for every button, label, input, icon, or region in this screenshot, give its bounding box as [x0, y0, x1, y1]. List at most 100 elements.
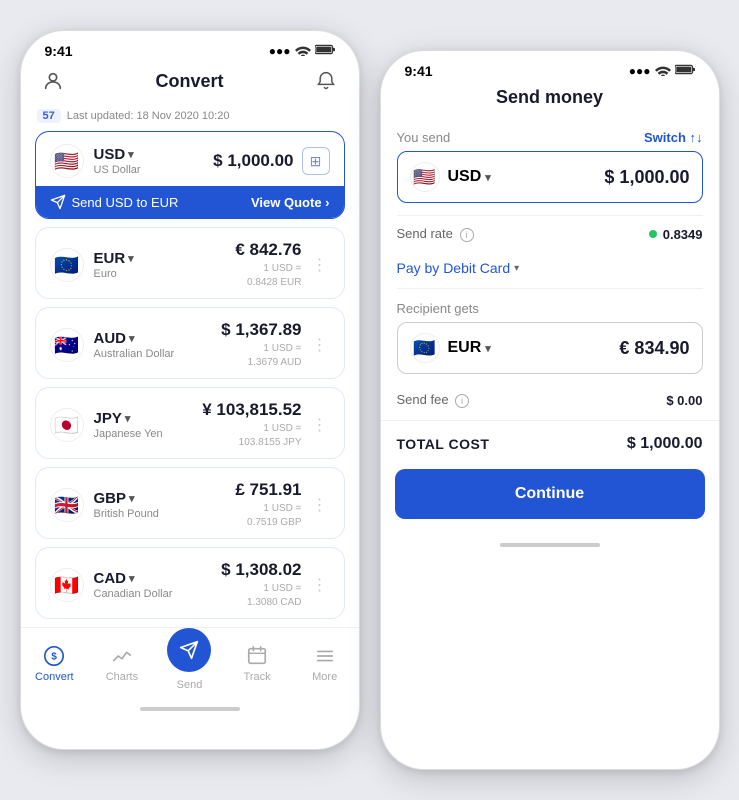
- recipient-eur-amount: € 834.90: [619, 338, 689, 359]
- home-indicator-2: [381, 531, 719, 551]
- aud-amount: $ 1,367.89: [221, 320, 301, 340]
- total-cost-label: TOTAL COST: [397, 436, 490, 452]
- list-item[interactable]: 🇬🇧 GBP ▾ British Pound £: [35, 467, 345, 539]
- cad-rate: 1 USD = 1.3080 CAD: [247, 582, 301, 610]
- cad-name: Canadian Dollar: [94, 588, 173, 600]
- you-send-section: You send Switch ↑↓ 🇺🇸 USD ▾ $ 1,000.00: [381, 118, 719, 215]
- cad-amount: $ 1,308.02: [221, 560, 301, 580]
- tab-charts-label: Charts: [106, 671, 138, 683]
- send-usd-amount: $ 1,000.00: [604, 167, 689, 188]
- signal-icon: ●●●: [269, 44, 291, 58]
- list-item[interactable]: 🇨🇦 CAD ▾ Canadian Dollar: [35, 547, 345, 619]
- total-cost-value: $ 1,000.00: [627, 435, 703, 453]
- aud-name: Australian Dollar: [94, 348, 175, 360]
- list-item[interactable]: 🇪🇺 EUR ▾ Euro € 842.76: [35, 227, 345, 299]
- cad-flag: 🇨🇦: [50, 568, 84, 602]
- tab-convert[interactable]: $ Convert: [21, 644, 89, 683]
- base-currency-card[interactable]: 🇺🇸 USD ▾ US Dollar $ 1,000.00 ⊞: [35, 131, 345, 219]
- list-item[interactable]: 🇯🇵 JPY ▾ Japanese Yen ¥ 1: [35, 387, 345, 459]
- send-bar[interactable]: Send USD to EUR View Quote ›: [36, 186, 344, 218]
- status-icons: ●●●: [269, 44, 335, 59]
- send-tab-btn[interactable]: [167, 628, 211, 672]
- home-bar-2: [500, 543, 600, 547]
- recipient-label-row: Recipient gets: [397, 301, 703, 316]
- send-currency-row[interactable]: 🇺🇸 USD ▾ $ 1,000.00: [397, 151, 703, 203]
- jpy-name: Japanese Yen: [94, 428, 163, 440]
- wifi-icon-2: [655, 64, 671, 79]
- gbp-rate: 1 USD = 0.7519 GBP: [247, 502, 301, 530]
- eur-code: EUR ▾: [94, 250, 134, 267]
- send-text: Send USD to EUR: [50, 194, 179, 210]
- track-tab-icon: [245, 644, 269, 668]
- list-item[interactable]: 🇦🇺 AUD ▾ Australian Dollar: [35, 307, 345, 379]
- green-dot: [649, 230, 657, 238]
- eur-rate: 1 USD = 0.8428 EUR: [247, 262, 301, 290]
- switch-button[interactable]: Switch ↑↓: [644, 130, 703, 145]
- status-time: 9:41: [45, 43, 73, 59]
- total-cost-row: TOTAL COST $ 1,000.00: [381, 420, 719, 463]
- usd-flag: 🇺🇸: [50, 144, 84, 178]
- status-time-2: 9:41: [405, 63, 433, 79]
- fee-info-icon[interactable]: i: [455, 394, 469, 408]
- status-icons-2: ●●●: [629, 64, 695, 79]
- convert-phone: 9:41 ●●● Convert: [20, 30, 360, 750]
- gbp-code: GBP ▾: [94, 490, 159, 507]
- profile-icon[interactable]: [39, 67, 67, 95]
- eur-name: Euro: [94, 268, 134, 280]
- continue-button[interactable]: Continue: [395, 469, 705, 519]
- more-dots-icon[interactable]: ⋮: [310, 495, 330, 515]
- svg-text:$: $: [51, 652, 57, 663]
- more-tab-icon: [313, 644, 337, 668]
- view-quote-link[interactable]: View Quote ›: [251, 195, 330, 210]
- tab-track[interactable]: Track: [223, 644, 291, 683]
- signal-icon-2: ●●●: [629, 64, 651, 78]
- calculator-icon[interactable]: ⊞: [302, 147, 330, 175]
- recipient-currency-row[interactable]: 🇪🇺 EUR ▾ € 834.90: [397, 322, 703, 374]
- tab-more-label: More: [312, 671, 337, 683]
- gbp-flag: 🇬🇧: [50, 488, 84, 522]
- nav-header: Convert: [21, 63, 359, 105]
- last-updated-bar: 57 Last updated: 18 Nov 2020 10:20: [21, 105, 359, 131]
- tab-convert-label: Convert: [35, 671, 74, 683]
- recipient-currency-left: 🇪🇺 EUR ▾: [410, 333, 491, 363]
- currency-list: 🇪🇺 EUR ▾ Euro € 842.76: [21, 227, 359, 627]
- eur-flag: 🇪🇺: [50, 248, 84, 282]
- gbp-name: British Pound: [94, 508, 159, 520]
- more-dots-icon[interactable]: ⋮: [310, 335, 330, 355]
- battery-icon: [315, 44, 335, 58]
- send-rate-label: Send rate i: [397, 226, 474, 242]
- recipient-section: Recipient gets 🇪🇺 EUR ▾ € 834.90: [381, 289, 719, 386]
- tab-send[interactable]: Send: [156, 636, 224, 691]
- send-money-phone: 9:41 ●●● Send money: [380, 50, 720, 770]
- more-dots-icon[interactable]: ⋮: [310, 415, 330, 435]
- aud-rate: 1 USD = 1.3679 AUD: [248, 342, 302, 370]
- page-title: Convert: [155, 71, 223, 92]
- send-usd-flag: 🇺🇸: [410, 162, 440, 192]
- convert-tab-icon: $: [42, 644, 66, 668]
- chevron-down-icon: ▾: [514, 263, 519, 274]
- recipient-eur-flag: 🇪🇺: [410, 333, 440, 363]
- pay-method-row[interactable]: Pay by Debit Card ▾: [381, 252, 719, 288]
- send-fee-value: $ 0.00: [666, 393, 702, 408]
- send-fee-row: Send fee i $ 0.00: [381, 386, 719, 420]
- jpy-amount: ¥ 103,815.52: [202, 400, 301, 420]
- update-badge: 57: [37, 109, 61, 123]
- aud-flag: 🇦🇺: [50, 328, 84, 362]
- info-icon[interactable]: i: [460, 228, 474, 242]
- more-dots-icon[interactable]: ⋮: [310, 575, 330, 595]
- usd-code: USD ▾: [94, 146, 141, 163]
- more-dots-icon[interactable]: ⋮: [310, 255, 330, 275]
- send-usd-code[interactable]: USD ▾: [448, 168, 491, 186]
- recipient-gets-label: Recipient gets: [397, 301, 479, 316]
- tab-more[interactable]: More: [291, 644, 359, 683]
- tab-bar: $ Convert Charts Send: [21, 627, 359, 695]
- bell-icon[interactable]: [312, 67, 340, 95]
- send-currency-left: 🇺🇸 USD ▾: [410, 162, 491, 192]
- send-fee-label: Send fee i: [397, 392, 470, 408]
- send-money-header: Send money: [381, 83, 719, 118]
- send-rate-row: Send rate i 0.8349: [381, 216, 719, 252]
- tab-charts[interactable]: Charts: [88, 644, 156, 683]
- recipient-eur-code[interactable]: EUR ▾: [448, 339, 491, 357]
- last-updated-text: Last updated: 18 Nov 2020 10:20: [67, 110, 230, 122]
- tab-track-label: Track: [244, 671, 271, 683]
